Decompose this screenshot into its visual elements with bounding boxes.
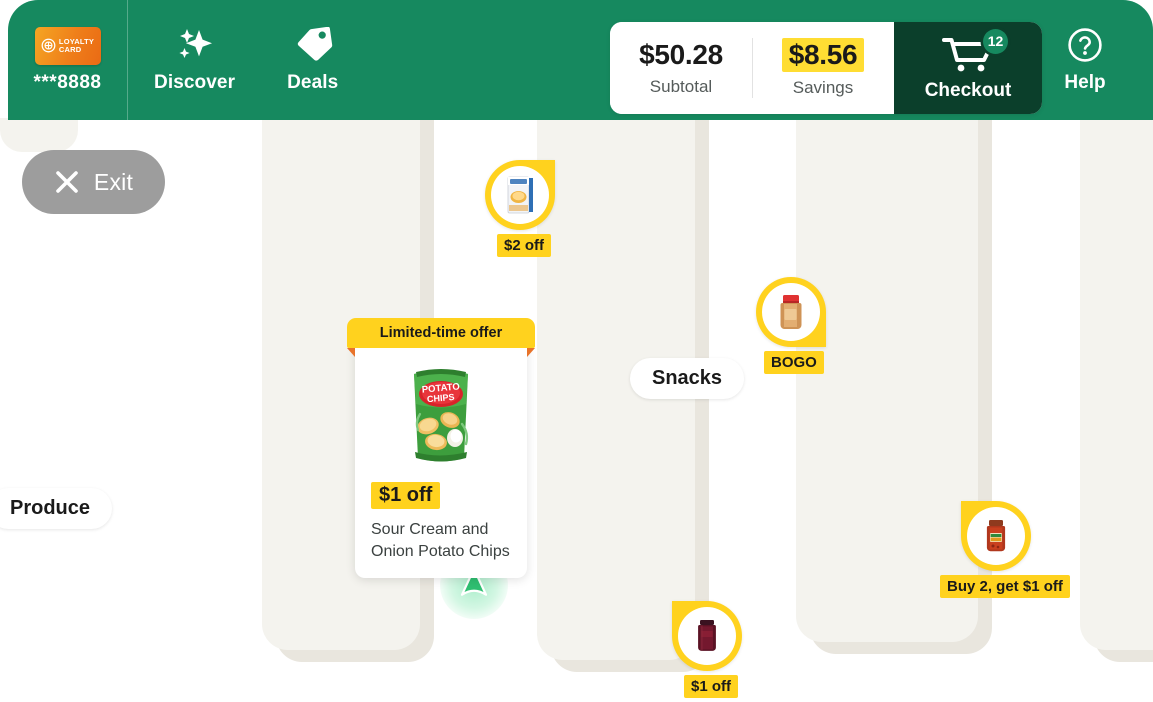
peanut-butter-jar-icon	[772, 290, 810, 334]
pin-ring	[961, 501, 1031, 571]
shopping-cart-icon: 12	[942, 28, 1008, 73]
offer-product-name: Sour Cream and Onion Potato Chips	[371, 521, 510, 560]
deal-pin-peanut-butter[interactable]: BOGO	[756, 277, 826, 374]
subtotal-label: Subtotal	[649, 77, 713, 96]
help-button-label: Help	[1064, 71, 1106, 93]
deal-pin-label: BOGO	[764, 351, 824, 374]
subtotal-cell: $50.28 Subtotal	[610, 22, 752, 114]
savings-label: Savings	[792, 78, 854, 97]
offer-card[interactable]: Limited-time offer POTATO CHIPS $1 off S…	[347, 318, 535, 579]
deal-pin-label: Buy 2, get $1 off	[940, 575, 1070, 598]
savings-cell: $8.56 Savings	[752, 22, 894, 114]
deal-pin-label: $2 off	[497, 234, 552, 257]
aisle-block[interactable]	[796, 118, 978, 642]
summary-bar: $50.28 Subtotal $8.56 Savings 12 Checkou…	[610, 22, 1042, 114]
loyalty-card-line2: CARD	[58, 44, 82, 54]
price-tag-icon	[293, 26, 333, 63]
cart-count-badge: 12	[983, 28, 1008, 54]
map-label-snacks[interactable]: Snacks	[630, 358, 745, 399]
aisle-block[interactable]	[1080, 118, 1153, 650]
offer-ribbon: Limited-time offer	[347, 318, 535, 357]
question-circle-icon	[1067, 27, 1103, 63]
subtotal-amount: $50.28	[639, 39, 723, 70]
ribbon-notch-right	[527, 348, 535, 357]
nav-item-discover[interactable]: Discover	[128, 0, 261, 120]
nav-item-discover-label: Discover	[154, 71, 236, 93]
deal-pin-label: $1 off	[684, 675, 739, 698]
sparkles-icon	[174, 27, 216, 63]
loyalty-card-digits: ***8888	[33, 71, 102, 93]
loyalty-target-icon	[41, 38, 56, 53]
aisle-block-corner	[0, 118, 78, 152]
loyalty-card-widget[interactable]: LOYALTY CARD ***8888	[8, 0, 128, 120]
offer-discount-badge: $1 off	[371, 482, 441, 509]
app-header: LOYALTY CARD ***8888 Discover Deals $50.…	[8, 0, 1153, 120]
offer-ribbon-label: Limited-time offer	[379, 325, 503, 341]
help-button[interactable]: Help	[1035, 0, 1135, 120]
deal-pin-salsa[interactable]: Buy 2, get $1 off	[940, 501, 1070, 598]
map-label-produce[interactable]: Produce	[0, 488, 113, 529]
pin-ring	[672, 601, 742, 671]
store-map-app: Produce Snacks $2 off BOGO Buy 2, get $1…	[0, 0, 1153, 702]
pin-ring	[485, 160, 555, 230]
exit-button-label: Exit	[93, 168, 134, 195]
potato-chips-bag-icon: POTATO CHIPS	[355, 362, 527, 470]
nav-item-deals[interactable]: Deals	[261, 0, 364, 120]
header-left-group: LOYALTY CARD ***8888 Discover Deals	[8, 0, 364, 120]
close-x-icon	[54, 169, 80, 195]
nav-item-deals-label: Deals	[287, 71, 339, 93]
salsa-jar-icon	[977, 514, 1015, 558]
cereal-box-icon	[501, 173, 539, 217]
deal-pin-cereal[interactable]: $2 off	[485, 160, 555, 257]
jam-jar-icon	[688, 614, 726, 658]
pin-ring	[756, 277, 826, 347]
loyalty-card-badge: LOYALTY CARD	[34, 26, 101, 65]
checkout-button[interactable]: 12 Checkout	[894, 22, 1042, 114]
checkout-button-label: Checkout	[924, 79, 1012, 101]
exit-button[interactable]: Exit	[22, 150, 165, 214]
deal-pin-jam[interactable]: $1 off	[672, 601, 742, 698]
savings-amount: $8.56	[781, 38, 865, 72]
loyalty-card-text: LOYALTY CARD	[59, 38, 94, 53]
